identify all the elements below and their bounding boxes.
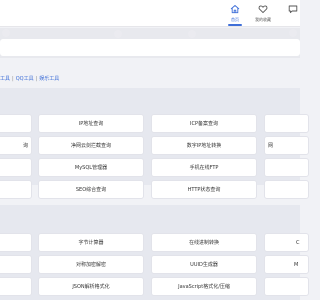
tool-card[interactable]: IP地址查询 [38, 114, 144, 133]
message-icon [288, 5, 298, 14]
nav-messages[interactable] [286, 4, 300, 14]
tool-card[interactable]: JavaScript格式化/压缩 [151, 277, 257, 296]
tool-card[interactable]: 手机在线FTP [151, 158, 257, 177]
active-tab-indicator [228, 24, 242, 26]
tool-card[interactable]: SEO综合查询 [38, 180, 144, 199]
nav-home-label: 首页 [231, 17, 239, 22]
tool-card[interactable]: 字节计算器 [38, 233, 144, 252]
nav-favorites-label: 我的收藏 [255, 17, 271, 22]
tool-card[interactable] [0, 277, 32, 296]
tool-card[interactable] [264, 158, 309, 177]
tool-card[interactable] [264, 180, 309, 199]
nav-home[interactable]: 首页 [225, 4, 245, 26]
decorative-dot [114, 30, 122, 38]
nav-favorites[interactable]: 我的收藏 [250, 4, 276, 23]
decorative-dot [188, 30, 196, 38]
breadcrumb: 工具 | QQ工具 | 娱乐工具 [0, 75, 59, 82]
tool-section-1: IP地址查询 ICP备案查询 询 净网云剑拦截查询 数字IP地址转换 网 MyS… [0, 88, 309, 199]
tool-card[interactable] [0, 114, 32, 133]
tool-card[interactable]: ICP备案查询 [151, 114, 257, 133]
tool-card[interactable]: 询 [0, 136, 32, 155]
tool-card[interactable]: JSON解析格式化 [38, 277, 144, 296]
heart-icon [258, 5, 268, 14]
tool-card[interactable]: C [264, 233, 309, 252]
tool-card[interactable] [0, 158, 32, 177]
breadcrumb-item[interactable]: 娱乐工具 [39, 76, 59, 82]
tool-card[interactable]: MySQL管理器 [38, 158, 144, 177]
tool-card[interactable]: HTTP状态查询 [151, 180, 257, 199]
breadcrumb-separator: | [35, 76, 38, 82]
home-icon [230, 5, 240, 14]
tool-card[interactable]: 对称加密解密 [38, 255, 144, 274]
tool-card[interactable]: 在线进制转换 [151, 233, 257, 252]
tool-card[interactable]: 净网云剑拦截查询 [38, 136, 144, 155]
tool-card[interactable]: M [264, 255, 309, 274]
decorative-dot [2, 29, 10, 37]
breadcrumb-item[interactable]: QQ工具 [16, 76, 34, 82]
search-input[interactable] [0, 39, 300, 56]
breadcrumb-separator: | [12, 76, 14, 82]
tool-card[interactable] [264, 114, 309, 133]
tool-card[interactable] [0, 180, 32, 199]
tool-card[interactable] [0, 255, 32, 274]
tool-section-2: 字节计算器 在线进制转换 C 对称加密解密 UUID生成器 M JSON解析格式… [0, 205, 309, 300]
top-navigation-bar: 首页 我的收藏 [0, 0, 300, 27]
breadcrumb-item[interactable]: 工具 [0, 76, 10, 82]
tool-card[interactable] [264, 277, 309, 296]
tool-card[interactable]: UUID生成器 [151, 255, 257, 274]
tool-card[interactable] [0, 233, 32, 252]
decorative-dot [289, 29, 297, 37]
tool-card[interactable]: 数字IP地址转换 [151, 136, 257, 155]
tool-card[interactable]: 网 [264, 136, 309, 155]
